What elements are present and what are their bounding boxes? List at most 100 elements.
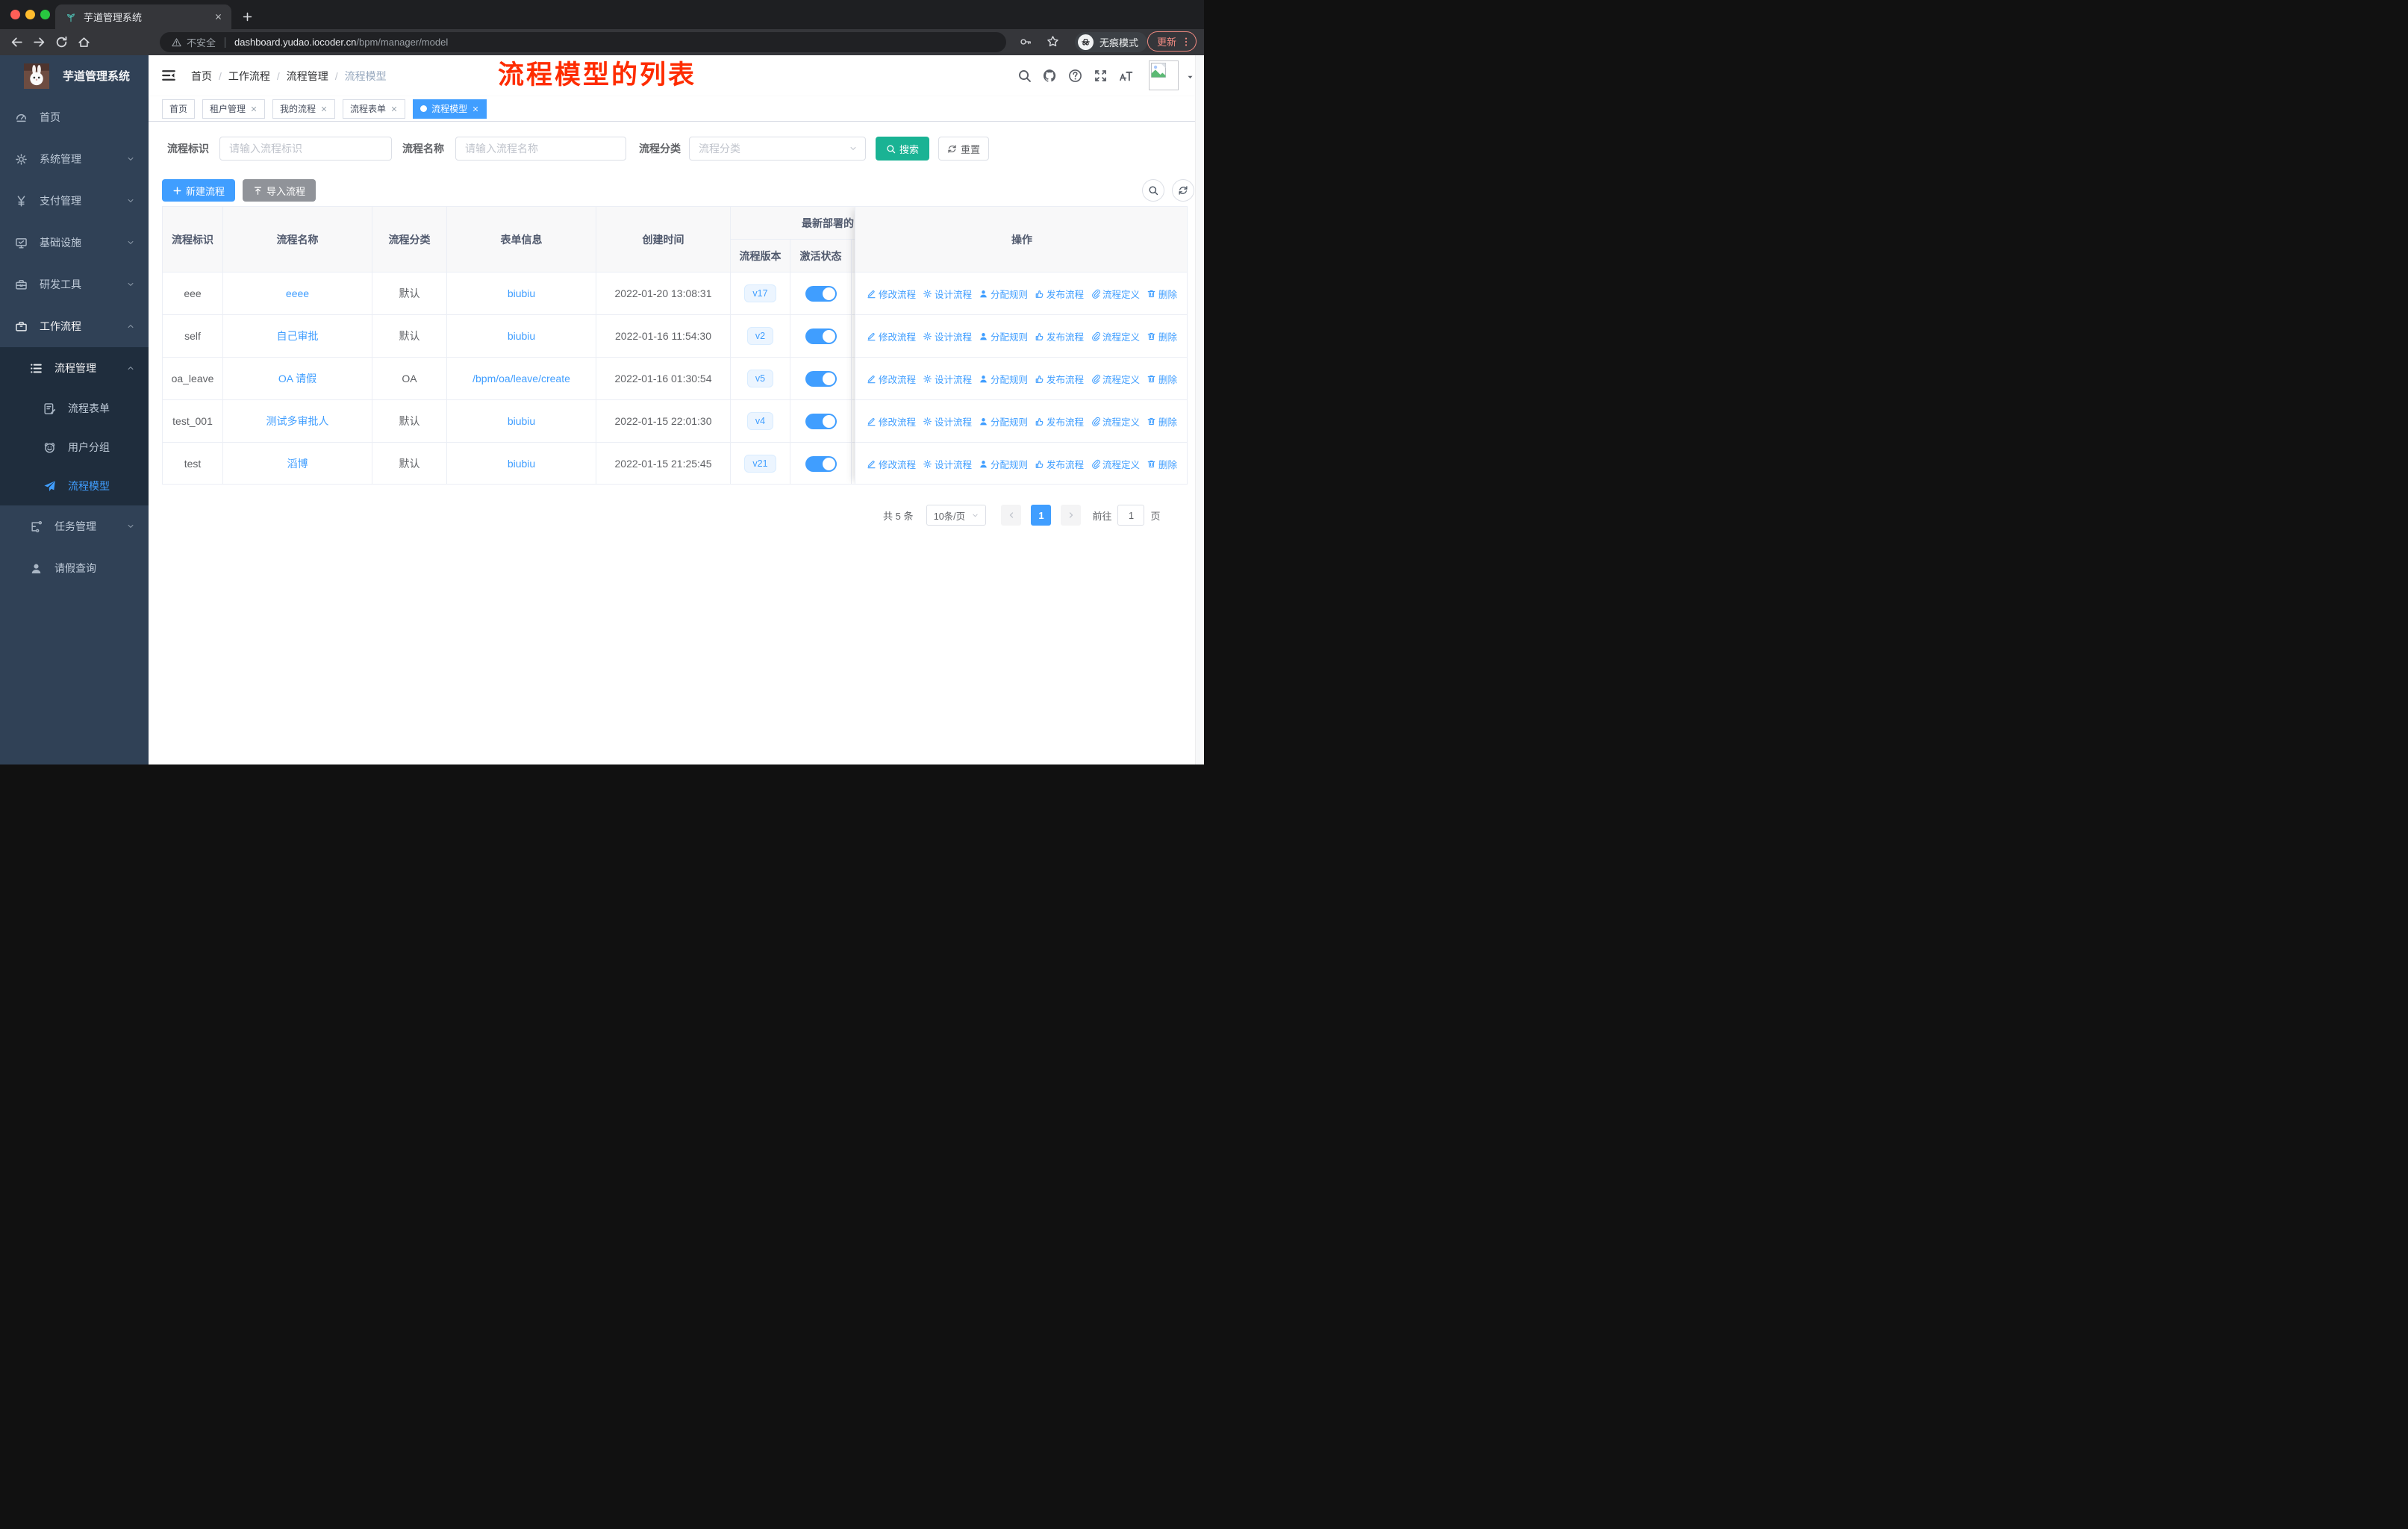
goto-page-input[interactable]	[1117, 505, 1145, 526]
design-process-link[interactable]: 设计流程	[923, 400, 972, 442]
breadcrumb-item[interactable]: 工作流程	[228, 69, 270, 84]
update-button[interactable]: 更新	[1147, 31, 1197, 52]
form-info-link[interactable]: /bpm/oa/leave/create	[472, 373, 570, 384]
process-definition-link[interactable]: 流程定义	[1091, 443, 1140, 484]
tab-close-icon[interactable]	[214, 13, 222, 21]
process-name-link[interactable]: 测试多审批人	[266, 414, 329, 429]
import-process-button[interactable]: 导入流程	[243, 179, 316, 202]
design-process-link[interactable]: 设计流程	[923, 273, 972, 314]
sidebar-item-process-mgmt[interactable]: 流程管理	[0, 347, 149, 389]
design-process-link[interactable]: 设计流程	[923, 443, 972, 484]
process-definition-link[interactable]: 流程定义	[1091, 400, 1140, 442]
process-category-select[interactable]: 流程分类	[689, 137, 866, 161]
header-search-icon[interactable]	[1017, 69, 1032, 83]
new-tab-button[interactable]	[242, 11, 253, 22]
edit-process-link[interactable]: 修改流程	[867, 400, 916, 442]
assign-rule-link[interactable]: 分配规则	[979, 400, 1028, 442]
page-size-select[interactable]: 10条/页	[926, 505, 987, 526]
sidebar-item-home[interactable]: 首页	[0, 96, 149, 138]
breadcrumb-item[interactable]: 首页	[191, 69, 212, 84]
process-name-input[interactable]	[455, 137, 626, 161]
edit-process-link[interactable]: 修改流程	[867, 273, 916, 314]
sidebar-item-infra[interactable]: 基础设施	[0, 222, 149, 264]
active-toggle[interactable]	[805, 370, 837, 387]
traffic-light-minimize[interactable]	[25, 10, 35, 19]
sidebar-logo-row[interactable]: 芋道管理系统	[0, 55, 149, 96]
process-definition-link[interactable]: 流程定义	[1091, 358, 1140, 399]
forward-icon[interactable]	[33, 36, 46, 49]
delete-link[interactable]: 删除	[1147, 358, 1177, 399]
process-name-link[interactable]: 自己审批	[277, 328, 319, 343]
sidebar-item-user-group[interactable]: 用户分组	[0, 428, 149, 467]
delete-link[interactable]: 删除	[1147, 400, 1177, 442]
active-toggle[interactable]	[805, 455, 837, 472]
sidebar-item-leave-query[interactable]: 请假查询	[0, 547, 149, 589]
process-name-link[interactable]: 滔博	[287, 456, 308, 471]
browser-menu-icon[interactable]	[1181, 37, 1191, 47]
publish-process-link[interactable]: 发布流程	[1035, 273, 1084, 314]
reload-icon[interactable]	[55, 36, 68, 49]
publish-process-link[interactable]: 发布流程	[1035, 358, 1084, 399]
create-process-button[interactable]: 新建流程	[162, 179, 235, 202]
refresh-table-button[interactable]	[1172, 179, 1194, 202]
design-process-link[interactable]: 设计流程	[923, 315, 972, 357]
tag-流程模型[interactable]: 流程模型	[413, 99, 487, 119]
active-toggle[interactable]	[805, 328, 837, 344]
assign-rule-link[interactable]: 分配规则	[979, 315, 1028, 357]
edit-process-link[interactable]: 修改流程	[867, 358, 916, 399]
tag-我的流程[interactable]: 我的流程	[272, 99, 336, 119]
process-definition-link[interactable]: 流程定义	[1091, 273, 1140, 314]
fullscreen-icon[interactable]	[1094, 69, 1108, 83]
traffic-light-close[interactable]	[10, 10, 20, 19]
tag-close-icon[interactable]	[472, 105, 479, 113]
sidebar-item-process-model[interactable]: 流程模型	[0, 467, 149, 505]
tag-close-icon[interactable]	[320, 105, 328, 113]
url-bar[interactable]: 不安全 dashboard.yudao.iocoder.cn/bpm/manag…	[160, 32, 1006, 52]
sidebar-item-task-mgmt[interactable]: 任务管理	[0, 505, 149, 547]
assign-rule-link[interactable]: 分配规则	[979, 443, 1028, 484]
next-page-button[interactable]	[1061, 505, 1082, 526]
form-info-link[interactable]: biubiu	[508, 287, 535, 299]
tag-租户管理[interactable]: 租户管理	[202, 99, 266, 119]
browser-tab[interactable]: 芋道管理系统	[55, 4, 231, 29]
delete-link[interactable]: 删除	[1147, 315, 1177, 357]
tag-close-icon[interactable]	[390, 105, 398, 113]
key-icon[interactable]	[1020, 36, 1032, 48]
delete-link[interactable]: 删除	[1147, 273, 1177, 314]
sidebar-item-process-form[interactable]: 流程表单	[0, 389, 149, 428]
form-info-link[interactable]: biubiu	[508, 415, 535, 427]
assign-rule-link[interactable]: 分配规则	[979, 358, 1028, 399]
bookmark-star-icon[interactable]	[1047, 35, 1059, 48]
process-name-link[interactable]: OA 请假	[278, 371, 316, 386]
publish-process-link[interactable]: 发布流程	[1035, 443, 1084, 484]
tag-close-icon[interactable]	[250, 105, 258, 113]
current-page-button[interactable]: 1	[1031, 505, 1052, 526]
sidebar-collapse-icon[interactable]	[161, 68, 176, 83]
search-button[interactable]: 搜索	[876, 137, 929, 161]
process-definition-link[interactable]: 流程定义	[1091, 315, 1140, 357]
form-info-link[interactable]: biubiu	[508, 330, 535, 342]
process-name-link[interactable]: eeee	[286, 287, 309, 299]
sidebar-item-devtools[interactable]: 研发工具	[0, 264, 149, 305]
traffic-light-zoom[interactable]	[40, 10, 50, 19]
process-key-input[interactable]	[219, 137, 392, 161]
form-info-link[interactable]: biubiu	[508, 458, 535, 470]
help-icon[interactable]	[1068, 69, 1082, 83]
sidebar-item-payment[interactable]: 支付管理	[0, 180, 149, 222]
reset-button[interactable]: 重置	[938, 137, 989, 161]
tag-首页[interactable]: 首页	[162, 99, 196, 119]
delete-link[interactable]: 删除	[1147, 443, 1177, 484]
assign-rule-link[interactable]: 分配规则	[979, 273, 1028, 314]
back-icon[interactable]	[10, 36, 23, 49]
page-scrollbar[interactable]	[1195, 55, 1204, 764]
publish-process-link[interactable]: 发布流程	[1035, 315, 1084, 357]
sidebar-item-system[interactable]: 系统管理	[0, 138, 149, 180]
active-toggle[interactable]	[805, 413, 837, 429]
avatar-caret-down-icon[interactable]	[1186, 73, 1194, 81]
user-avatar[interactable]	[1149, 60, 1179, 90]
active-toggle[interactable]	[805, 285, 837, 302]
breadcrumb-item[interactable]: 流程管理	[287, 69, 328, 84]
sidebar-item-workflow[interactable]: 工作流程	[0, 305, 149, 347]
edit-process-link[interactable]: 修改流程	[867, 315, 916, 357]
font-size-icon[interactable]	[1119, 69, 1133, 83]
